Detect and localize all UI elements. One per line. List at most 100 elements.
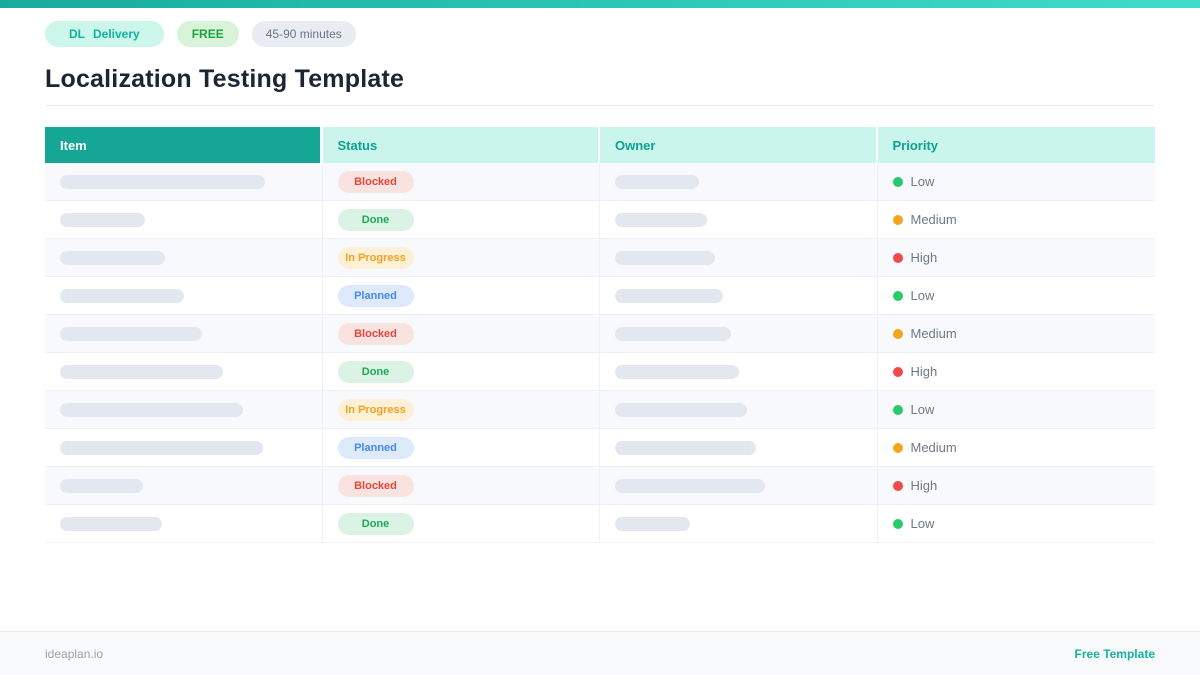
priority-cell: High — [877, 239, 1155, 277]
top-accent-bar — [0, 0, 1200, 8]
status-badge: Planned — [337, 436, 414, 459]
table-row: Done High — [45, 353, 1155, 391]
item-cell — [45, 277, 323, 315]
priority-label: Medium — [910, 326, 957, 341]
table-row: Blocked Low — [45, 163, 1155, 201]
priority-label: High — [910, 250, 938, 265]
status-badge: Blocked — [337, 170, 414, 193]
priority-cell: High — [877, 353, 1155, 391]
item-placeholder — [60, 288, 184, 303]
table-body: Blocked Low Done Medium In Progress High… — [45, 163, 1155, 543]
status-cell: Blocked — [322, 163, 600, 201]
status-badge: Done — [337, 360, 414, 383]
item-placeholder — [60, 440, 263, 455]
owner-placeholder — [615, 516, 690, 531]
status-cell: Planned — [322, 277, 600, 315]
owner-placeholder — [615, 212, 707, 227]
status-badge: Done — [337, 512, 414, 535]
priority-dot — [892, 480, 903, 491]
priority-dot — [892, 442, 903, 453]
status-cell: In Progress — [322, 391, 600, 429]
template-table: Item Status Owner Priority Blocked Low D… — [45, 127, 1155, 543]
table-row: In Progress High — [45, 239, 1155, 277]
status-badge: In Progress — [337, 246, 414, 269]
priority-dot — [892, 176, 903, 187]
table-row: Planned Low — [45, 277, 1155, 315]
owner-cell — [600, 429, 878, 467]
owner-placeholder — [615, 326, 731, 341]
owner-placeholder — [615, 250, 715, 265]
item-placeholder — [60, 364, 223, 379]
owner-placeholder — [615, 174, 699, 189]
priority-cell: Low — [877, 277, 1155, 315]
owner-cell — [600, 467, 878, 505]
item-placeholder — [60, 174, 265, 189]
priority-cell: Low — [877, 391, 1155, 429]
priority-dot — [892, 366, 903, 377]
table-header-row: Item Status Owner Priority — [45, 127, 1155, 163]
category-badge: DL Delivery — [45, 21, 164, 47]
footer: ideaplan.io Free Template — [0, 631, 1200, 675]
table-row: In Progress Low — [45, 391, 1155, 429]
priority-dot — [892, 252, 903, 263]
title-divider — [45, 105, 1155, 106]
item-placeholder — [60, 478, 143, 493]
item-cell — [45, 467, 323, 505]
priority-label: Low — [910, 402, 935, 417]
status-badge: Blocked — [337, 322, 414, 345]
item-cell — [45, 315, 323, 353]
priority-dot — [892, 214, 903, 225]
status-cell: Blocked — [322, 315, 600, 353]
table-row: Done Low — [45, 505, 1155, 543]
priority-label: Medium — [910, 440, 957, 455]
status-badge: Planned — [337, 284, 414, 307]
priority-dot — [892, 328, 903, 339]
priority-label: High — [910, 364, 938, 379]
priority-label: Low — [910, 516, 935, 531]
owner-placeholder — [615, 478, 765, 493]
footer-brand: ideaplan.io — [45, 646, 104, 661]
owner-placeholder — [615, 440, 756, 455]
owner-cell — [600, 201, 878, 239]
priority-label: High — [910, 478, 938, 493]
free-badge: FREE — [176, 21, 239, 47]
category-badge-prefix: DL — [69, 27, 85, 41]
category-badge-label: Delivery — [93, 27, 140, 41]
item-cell — [45, 201, 323, 239]
owner-cell — [600, 277, 878, 315]
owner-cell — [600, 391, 878, 429]
item-placeholder — [60, 326, 202, 341]
priority-cell: Medium — [877, 201, 1155, 239]
owner-cell — [600, 315, 878, 353]
item-cell — [45, 239, 323, 277]
item-placeholder — [60, 402, 243, 417]
page-content: DL Delivery FREE 45-90 minutes Localizat… — [0, 21, 1200, 543]
priority-cell: Low — [877, 163, 1155, 201]
item-cell — [45, 505, 323, 543]
priority-dot — [892, 518, 903, 529]
priority-label: Medium — [910, 212, 957, 227]
table-row: Done Medium — [45, 201, 1155, 239]
badge-row: DL Delivery FREE 45-90 minutes — [45, 21, 1155, 47]
status-cell: In Progress — [322, 239, 600, 277]
column-header-status: Status — [322, 127, 600, 163]
status-badge: Blocked — [337, 474, 414, 497]
priority-label: Low — [910, 288, 935, 303]
status-badge: Done — [337, 208, 414, 231]
status-cell: Done — [322, 353, 600, 391]
column-header-priority: Priority — [877, 127, 1155, 163]
item-cell — [45, 429, 323, 467]
status-cell: Done — [322, 201, 600, 239]
item-placeholder — [60, 250, 165, 265]
page-title: Localization Testing Template — [45, 65, 405, 93]
owner-placeholder — [615, 402, 747, 417]
priority-cell: Medium — [877, 429, 1155, 467]
owner-cell — [600, 163, 878, 201]
priority-label: Low — [910, 174, 935, 189]
free-template-link[interactable]: Free Template — [1075, 647, 1155, 661]
owner-cell — [600, 239, 878, 277]
column-header-item: Item — [45, 127, 323, 163]
item-cell — [45, 353, 323, 391]
table-row: Blocked Medium — [45, 315, 1155, 353]
priority-cell: Low — [877, 505, 1155, 543]
